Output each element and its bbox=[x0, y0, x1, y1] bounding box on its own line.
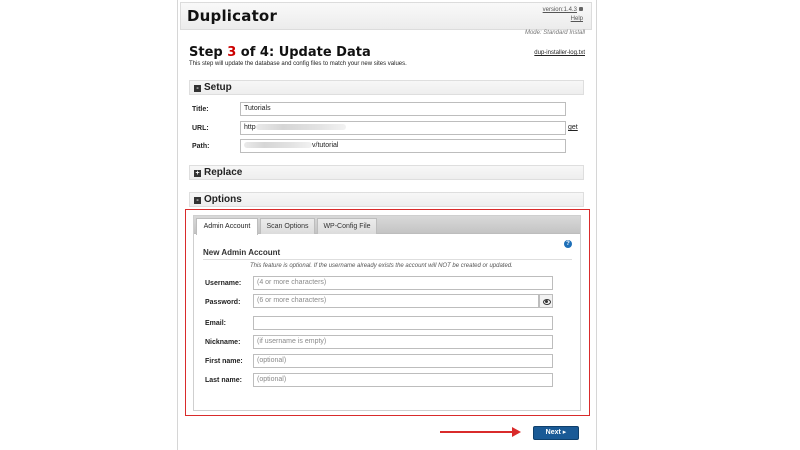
collapse-icon: - bbox=[194, 197, 201, 204]
step-description: This step will update the database and c… bbox=[189, 61, 407, 67]
email-input[interactable] bbox=[253, 316, 553, 330]
url-label: URL: bbox=[192, 125, 209, 132]
section-replace[interactable]: + Replace bbox=[189, 165, 584, 180]
admin-note: This feature is optional. If the usernam… bbox=[250, 263, 513, 269]
arrow-head-icon bbox=[512, 427, 521, 437]
step-number: 3 bbox=[227, 45, 237, 60]
tab-wp-config-file[interactable]: WP-Config File bbox=[317, 218, 377, 234]
last-name-input[interactable]: (optional) bbox=[253, 373, 553, 387]
nickname-label: Nickname: bbox=[205, 339, 241, 346]
tab-bar: Admin Account Scan Options WP-Config Fil… bbox=[194, 216, 580, 235]
section-options-label: Options bbox=[204, 194, 242, 205]
step-suffix: of 4: Update Data bbox=[236, 45, 371, 60]
collapse-icon: - bbox=[194, 85, 201, 92]
next-button[interactable]: Next ▸ bbox=[533, 426, 579, 440]
last-name-label: Last name: bbox=[205, 377, 242, 384]
password-label: Password: bbox=[205, 299, 241, 306]
first-name-placeholder: (optional) bbox=[257, 357, 287, 364]
title-value: Tutorials bbox=[244, 105, 271, 112]
username-input[interactable]: (4 or more characters) bbox=[253, 276, 553, 290]
title-input[interactable]: Tutorials bbox=[240, 102, 566, 116]
section-options[interactable]: - Options bbox=[189, 192, 584, 207]
password-input[interactable]: (6 or more characters) bbox=[253, 294, 539, 308]
expand-icon: + bbox=[194, 170, 201, 177]
title-label: Title: bbox=[192, 106, 209, 113]
password-placeholder: (6 or more characters) bbox=[257, 297, 327, 304]
url-input[interactable]: http bbox=[240, 121, 566, 135]
first-name-label: First name: bbox=[205, 358, 243, 365]
username-placeholder: (4 or more characters) bbox=[257, 279, 327, 286]
last-name-placeholder: (optional) bbox=[257, 376, 287, 383]
path-label: Path: bbox=[192, 143, 210, 150]
path-input[interactable]: v/tutorial bbox=[240, 139, 566, 153]
show-password-eye-icon[interactable] bbox=[539, 294, 553, 308]
annotation-arrow bbox=[440, 431, 515, 433]
divider bbox=[203, 259, 572, 260]
installer-log-link[interactable]: dup-installer-log.txt bbox=[534, 50, 585, 56]
url-value: http bbox=[244, 124, 256, 131]
version-info: version:1.4.3 Help bbox=[543, 6, 583, 24]
help-link[interactable]: Help bbox=[571, 16, 583, 22]
get-url-link[interactable]: get bbox=[568, 124, 578, 131]
help-icon[interactable]: ? bbox=[564, 240, 572, 248]
redacted-url bbox=[255, 124, 346, 131]
install-mode: Mode: Standard Install bbox=[524, 30, 585, 36]
redacted-path bbox=[244, 142, 312, 149]
step-prefix: Step bbox=[189, 45, 228, 60]
first-name-input[interactable]: (optional) bbox=[253, 354, 553, 368]
brand-logo: Duplicator bbox=[187, 7, 278, 25]
section-replace-label: Replace bbox=[204, 167, 243, 178]
page-title: Step 3 of 4: Update Data bbox=[189, 45, 371, 60]
version-link[interactable]: version:1.4.3 bbox=[543, 7, 577, 13]
nickname-input[interactable]: (if username is empty) bbox=[253, 335, 553, 349]
nickname-placeholder: (if username is empty) bbox=[257, 338, 327, 345]
admin-heading: New Admin Account bbox=[203, 248, 281, 257]
lock-icon bbox=[579, 7, 583, 11]
tab-admin-account[interactable]: Admin Account bbox=[196, 218, 258, 235]
tab-scan-options[interactable]: Scan Options bbox=[260, 218, 315, 234]
path-value: v/tutorial bbox=[312, 142, 339, 149]
email-label: Email: bbox=[205, 320, 227, 327]
section-setup[interactable]: - Setup bbox=[189, 80, 584, 95]
section-setup-label: Setup bbox=[204, 82, 232, 93]
username-label: Username: bbox=[205, 280, 242, 287]
app-header: Duplicator version:1.4.3 Help bbox=[180, 2, 592, 30]
